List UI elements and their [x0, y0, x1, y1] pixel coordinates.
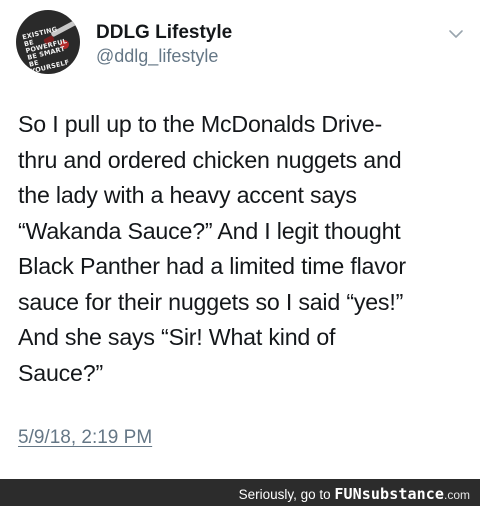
- chevron-down-icon[interactable]: [448, 28, 464, 40]
- avatar-caption: EXISTING BE POWERFUL BE SMART BE YOURSEL…: [21, 23, 80, 74]
- watermark-footer: Seriously, go to FUNsubstance.com: [0, 479, 480, 506]
- profile-avatar-icon[interactable]: EXISTING BE POWERFUL BE SMART BE YOURSEL…: [16, 10, 80, 74]
- tweet-text-line: thru and ordered chicken nuggets and: [18, 146, 402, 173]
- tweet-header: EXISTING BE POWERFUL BE SMART BE YOURSEL…: [16, 10, 464, 76]
- tweet-text-line: Sauce?”: [18, 359, 103, 386]
- tweet-text-line: the lady with a heavy accent says: [18, 182, 357, 208]
- tweet-card: EXISTING BE POWERFUL BE SMART BE YOURSEL…: [0, 0, 480, 476]
- tweet-text-line: And she says “Sir! What kind of: [18, 324, 336, 350]
- tweet-text: So I pull up to the McDonalds Drive- thr…: [18, 107, 468, 391]
- watermark-domain: .com: [443, 488, 470, 502]
- watermark-text[interactable]: Seriously, go to FUNsubstance.com: [239, 485, 470, 503]
- tweet-timestamp-link[interactable]: 5/9/18, 2:19 PM: [18, 427, 152, 449]
- tweet-text-line: sauce for their nuggets so I said “yes!”: [18, 288, 404, 315]
- watermark-prefix: Seriously, go to: [238, 487, 331, 502]
- watermark-brand: FUNsubstance: [334, 485, 444, 503]
- tweet-text-line: So I pull up to the McDonalds Drive-: [18, 111, 382, 137]
- tweet-text-line: “Wakanda Sauce?” And I legit thought: [18, 217, 401, 244]
- display-name[interactable]: DDLG Lifestyle: [96, 22, 232, 44]
- user-handle[interactable]: @ddlg_lifestyle: [96, 46, 218, 67]
- tweet-text-line: Black Panther had a limited time flavor: [18, 253, 406, 279]
